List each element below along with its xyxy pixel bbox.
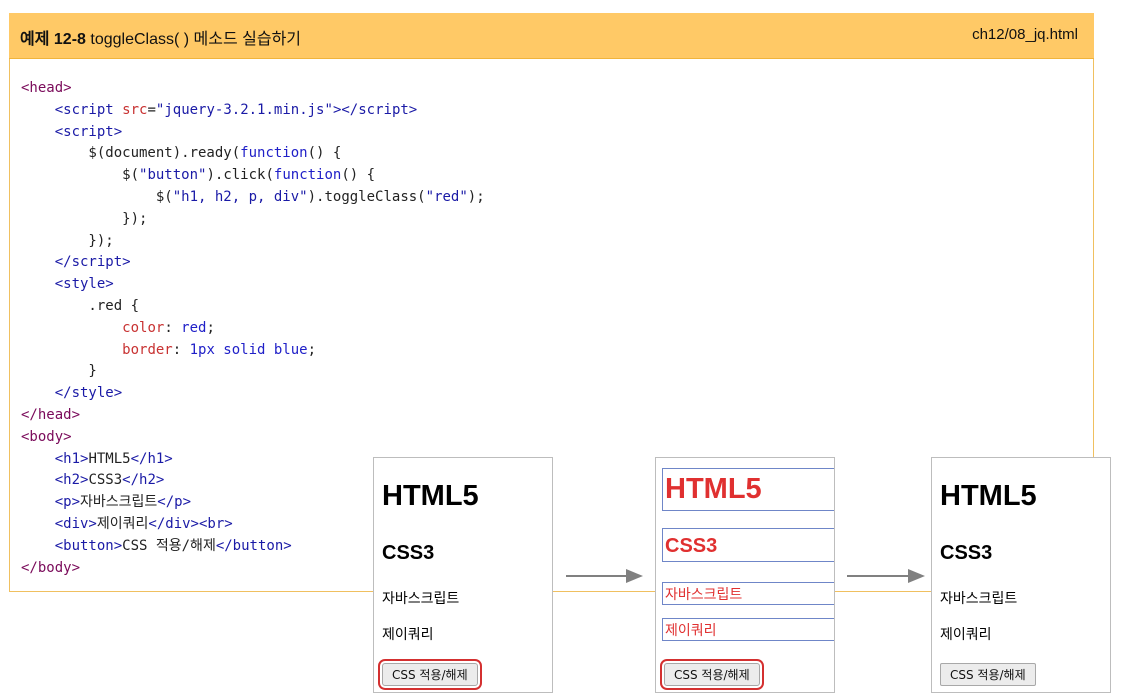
preview-p: 자바스크립트 bbox=[940, 591, 1018, 607]
preview-h1: HTML5 bbox=[662, 468, 834, 511]
preview-div: 제이쿼리 bbox=[940, 627, 992, 643]
css-toggle-button[interactable]: CSS 적용/해제 bbox=[378, 659, 482, 690]
css-toggle-button[interactable]: CSS 적용/해제 bbox=[660, 659, 764, 690]
preview-reverted: HTML5 CSS3 자바스크립트 제이쿼리 CSS 적용/해제 bbox=[931, 457, 1111, 693]
arrow-right-icon bbox=[847, 569, 925, 583]
preview-initial: HTML5 CSS3 자바스크립트 제이쿼리 CSS 적용/해제 bbox=[373, 457, 553, 693]
file-name: ch12/08_jq.html bbox=[972, 26, 1078, 43]
preview-h1: HTML5 bbox=[940, 480, 1037, 512]
preview-p: 자바스크립트 bbox=[382, 591, 460, 607]
example-header: 예제 12-8 toggleClass( ) 메소드 실습하기 ch12/08_… bbox=[9, 13, 1094, 59]
preview-h1: HTML5 bbox=[382, 480, 479, 512]
preview-div: 제이쿼리 bbox=[382, 627, 434, 643]
preview-h2: CSS3 bbox=[382, 542, 435, 564]
preview-div: 제이쿼리 bbox=[662, 618, 834, 641]
css-toggle-button[interactable]: CSS 적용/해제 bbox=[940, 663, 1036, 686]
preview-toggled: HTML5 CSS3 자바스크립트 제이쿼리 CSS 적용/해제 bbox=[655, 457, 835, 693]
preview-h2: CSS3 bbox=[662, 528, 834, 562]
preview-p: 자바스크립트 bbox=[662, 582, 834, 605]
example-title: 예제 12-8 toggleClass( ) 메소드 실습하기 bbox=[20, 31, 302, 48]
preview-h2: CSS3 bbox=[940, 542, 993, 564]
arrow-right-icon bbox=[566, 569, 643, 583]
